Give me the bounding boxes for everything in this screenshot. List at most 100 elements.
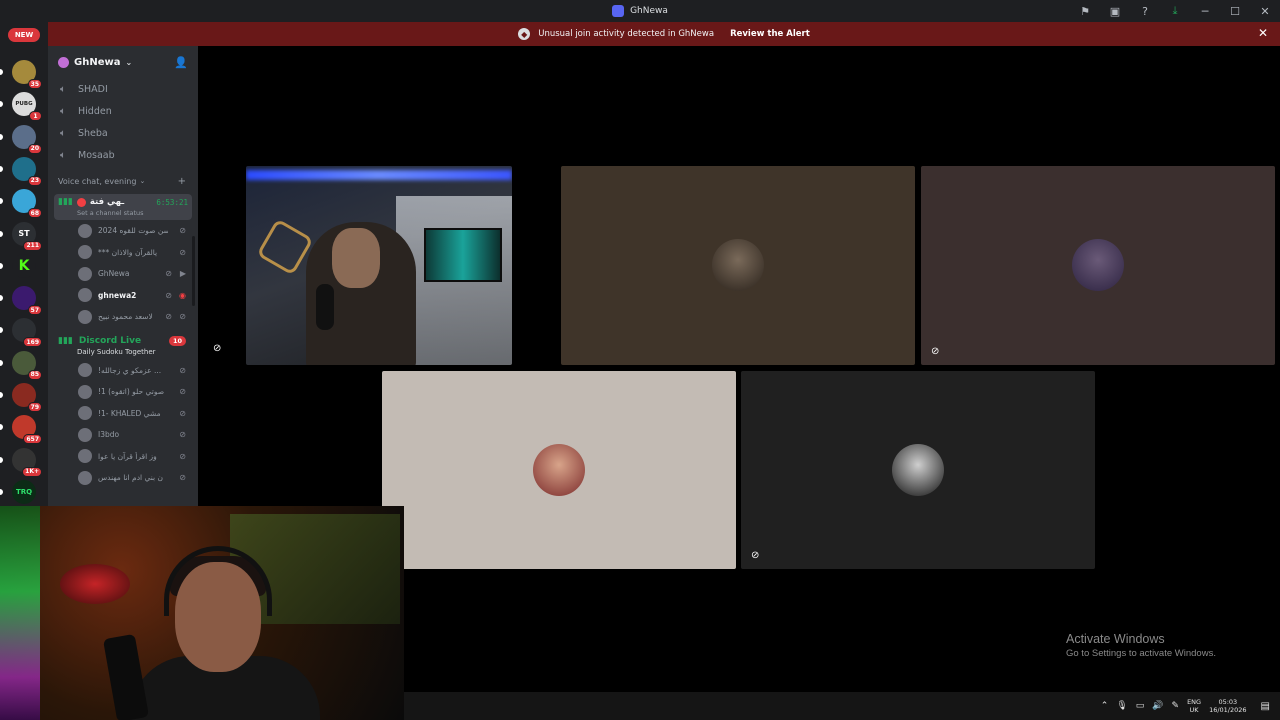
- network-icon[interactable]: ▭: [1136, 701, 1145, 711]
- record-dot-icon: [76, 197, 86, 207]
- server-icon[interactable]: 1K+: [12, 447, 42, 477]
- voice-member[interactable]: !عزمكو ي زجالله ... ⊘: [48, 360, 198, 382]
- voice-member[interactable]: لاسعد محمود نبيح ⊘ ⊘: [48, 306, 198, 328]
- chevron-down-icon: ⌄: [125, 57, 133, 67]
- shield-icon: ◆: [518, 28, 531, 40]
- volume-icon[interactable]: 🔊: [1152, 701, 1163, 711]
- review-alert-button[interactable]: Review the Alert: [730, 29, 810, 39]
- server-glyph: PUBG: [15, 101, 33, 108]
- close-window-button[interactable]: ✕: [1250, 0, 1280, 22]
- video-tile-avatar[interactable]: [561, 166, 915, 365]
- server-icon[interactable]: 79: [12, 383, 42, 412]
- unread-indicator: [0, 295, 3, 302]
- server-icon[interactable]: 57: [12, 286, 42, 316]
- voice-member[interactable]: ghnewa2 ⊘ ◉: [48, 285, 198, 307]
- channel-status[interactable]: Set a channel status: [58, 209, 188, 217]
- server-icon[interactable]: K: [12, 253, 36, 278]
- server-icon[interactable]: 23: [12, 156, 42, 186]
- sidebar-scrollbar[interactable]: [192, 236, 195, 306]
- notification-icon[interactable]: ▤: [1261, 701, 1270, 712]
- language-indicator[interactable]: ENG UK: [1187, 698, 1201, 714]
- inbox-icon[interactable]: ▣: [1100, 0, 1130, 22]
- activate-windows-watermark: Activate Windows Go to Settings to activ…: [1066, 632, 1216, 659]
- voice-member[interactable]: !1 صوتي حلو (اتقوه) ⊘: [48, 381, 198, 403]
- voice-member[interactable]: GhNewa ⊘ ▶: [48, 263, 198, 285]
- voice-channel[interactable]: 🔈︎ Sheba: [48, 122, 198, 144]
- invite-icon[interactable]: 👤: [174, 56, 188, 69]
- unread-indicator: [0, 327, 3, 334]
- unread-indicator: [0, 392, 3, 398]
- clock[interactable]: 05:03 16/01/2026: [1209, 698, 1246, 714]
- unread-indicator: [0, 133, 3, 140]
- unread-indicator: [0, 262, 3, 269]
- speaker-icon: 🔈︎: [60, 149, 66, 161]
- avatar: [78, 449, 92, 464]
- download-icon[interactable]: ⤓: [1160, 0, 1190, 22]
- video-tile-avatar[interactable]: [382, 371, 736, 569]
- muted-icon: ⊘: [213, 343, 222, 354]
- speaker-icon: 🔈︎: [60, 105, 66, 117]
- active-voice-channel[interactable]: ▮▮▮ ـهي فتة 6:53:21 Set a channel status: [54, 194, 192, 220]
- unread-indicator: [0, 424, 3, 431]
- microphone-icon[interactable]: 🎙: [1116, 701, 1127, 711]
- discord-live-channel[interactable]: ▮▮▮ Discord Live 10: [48, 334, 198, 348]
- server-icon[interactable]: 68: [12, 189, 42, 219]
- voice-member[interactable]: I3bdo ⊘: [48, 424, 198, 446]
- mention-badge: 79: [27, 402, 42, 412]
- voice-member[interactable]: احسن صوت للقوه 2024 ! ⊘: [48, 220, 198, 242]
- webcam-overlay: [0, 506, 404, 720]
- server-icon[interactable]: ST 211: [12, 221, 42, 251]
- voice-channel[interactable]: 🔈︎ SHADI: [48, 78, 198, 100]
- server-glyph: ST: [18, 229, 30, 238]
- avatar: [78, 288, 92, 303]
- flag-icon[interactable]: ⚑: [1070, 0, 1100, 22]
- voice-channel[interactable]: 🔈︎ Mosaab: [48, 144, 198, 166]
- member-name: GhNewa: [98, 269, 130, 279]
- close-alert-icon[interactable]: ✕: [1258, 26, 1268, 40]
- muted-icon: ⊘: [165, 290, 172, 300]
- maximize-button[interactable]: ☐: [1220, 0, 1250, 22]
- mention-badge: 23: [27, 175, 42, 186]
- guild-header[interactable]: GhNewa ⌄ 👤: [48, 46, 198, 78]
- server-icon[interactable]: 85: [12, 350, 42, 380]
- pen-icon[interactable]: ✎: [1172, 701, 1180, 711]
- server-icon[interactable]: 657: [12, 415, 42, 445]
- video-tile-avatar[interactable]: ⊘: [921, 166, 1275, 365]
- muted-icon: ⊘: [165, 269, 172, 279]
- clock-time: 05:03: [1218, 698, 1238, 706]
- voice-member[interactable]: *** يالقرآن والاذان ⊘: [48, 242, 198, 264]
- mention-badge: 1: [29, 111, 42, 122]
- title-bar-controls: ⚑ ▣ ? ⤓ ─ ☐ ✕: [1070, 0, 1280, 22]
- mention-badge: 1K+: [22, 466, 42, 477]
- system-tray: ⌃ 🎙 ▭ 🔊 ✎ ENG UK 05:03 16/01/2026 ▤: [1101, 692, 1270, 720]
- camera-icon: ▶: [179, 269, 186, 279]
- add-channel-icon[interactable]: +: [178, 176, 186, 187]
- voice-member[interactable]: ن بني ادم انا مهندس ⊘: [48, 467, 198, 489]
- avatar: [533, 444, 585, 496]
- unread-indicator: [0, 198, 3, 205]
- voice-channel[interactable]: 🔈︎ Hidden: [48, 100, 198, 122]
- server-icon[interactable]: TRQ: [12, 479, 36, 504]
- server-glyph: TRQ: [15, 487, 33, 496]
- server-icon[interactable]: 20: [12, 124, 42, 154]
- avatar: [78, 223, 92, 238]
- category-label: Voice chat, evening: [58, 176, 137, 186]
- avatar: [78, 406, 92, 421]
- help-icon[interactable]: ?: [1130, 0, 1160, 22]
- minimize-button[interactable]: ─: [1190, 0, 1220, 22]
- unread-indicator: [0, 456, 3, 463]
- chevron-up-icon[interactable]: ⌃: [1101, 701, 1109, 711]
- alert-banner: ◆ Unusual join activity detected in GhNe…: [48, 22, 1280, 46]
- category-header[interactable]: Voice chat, evening ⌄ +: [48, 170, 198, 192]
- unread-indicator: [0, 230, 3, 237]
- discord-live-count: 10: [168, 335, 186, 346]
- voice-member[interactable]: !1- KHALED مشي ⊘: [48, 403, 198, 425]
- deafened-icon: ⊘: [179, 430, 186, 440]
- server-icon[interactable]: 169: [12, 318, 42, 348]
- video-tile-camera[interactable]: [246, 166, 512, 365]
- new-pill[interactable]: NEW: [8, 28, 40, 42]
- voice-member[interactable]: وز اقرأ قرآن يا عوا ⊘: [48, 446, 198, 468]
- server-icon[interactable]: 35: [12, 60, 42, 89]
- video-tile-avatar[interactable]: ⊘: [741, 371, 1095, 569]
- server-icon[interactable]: PUBG 1: [12, 92, 42, 122]
